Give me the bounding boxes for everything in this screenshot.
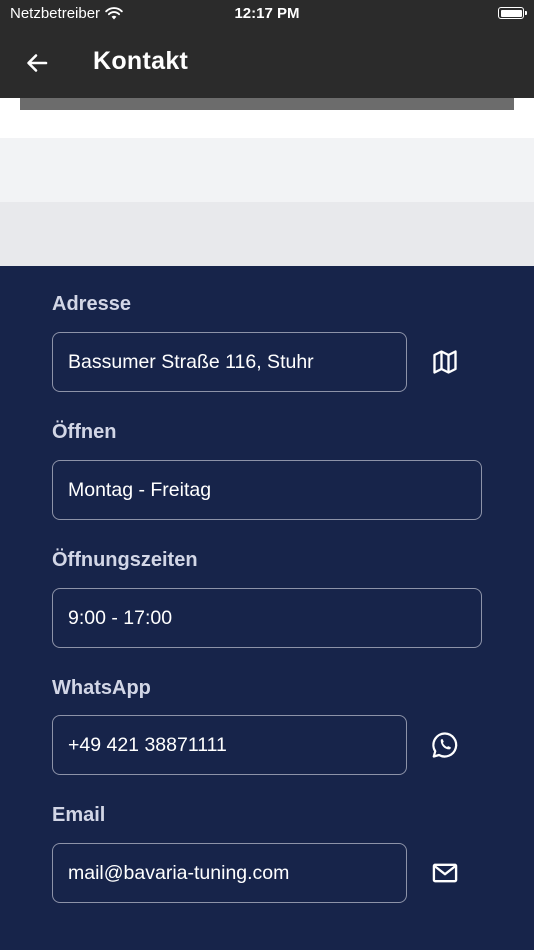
open-days-field[interactable]: Montag - Freitag [52, 460, 482, 520]
map-icon [433, 350, 457, 374]
map-image-edge [20, 98, 514, 110]
whatsapp-value: +49 421 38871111 [68, 733, 227, 756]
email-label: Email [52, 804, 106, 826]
page-title: Kontakt [93, 47, 189, 75]
open-days-value: Montag - Freitag [68, 478, 212, 501]
address-label: Adresse [52, 293, 131, 315]
battery-level [500, 9, 522, 17]
back-button[interactable] [18, 44, 56, 82]
battery-nub [525, 11, 527, 15]
arrow-left-icon [27, 54, 48, 72]
opening-hours-field[interactable]: 9:00 - 17:00 [52, 588, 482, 648]
mail-icon [432, 863, 458, 883]
map-area[interactable] [0, 98, 534, 266]
whatsapp-button[interactable] [428, 728, 462, 762]
whatsapp-icon [432, 732, 458, 758]
status-time: 12:17 PM [234, 5, 300, 22]
open-days-label: Öffnen [52, 421, 117, 443]
opening-hours-label: Öffnungszeiten [52, 549, 198, 571]
opening-hours-value: 9:00 - 17:00 [68, 606, 173, 629]
address-field[interactable]: Bassumer Straße 116, Stuhr [52, 332, 407, 392]
email-value: mail@bavaria-tuning.com [68, 861, 290, 884]
map-lower-band [0, 202, 534, 266]
app-bar: Kontakt [0, 28, 534, 98]
status-bar: Netzbetreiber 12:17 PM [0, 0, 534, 28]
whatsapp-field[interactable]: +49 421 38871111 [52, 715, 407, 775]
contact-panel: Adresse Bassumer Straße 116, Stuhr Öffne… [0, 266, 534, 950]
address-value: Bassumer Straße 116, Stuhr [68, 350, 314, 373]
battery-icon [498, 7, 527, 19]
map-button[interactable] [428, 345, 462, 379]
whatsapp-label: WhatsApp [52, 677, 151, 699]
email-button[interactable] [428, 856, 462, 890]
email-field[interactable]: mail@bavaria-tuning.com [52, 843, 407, 903]
